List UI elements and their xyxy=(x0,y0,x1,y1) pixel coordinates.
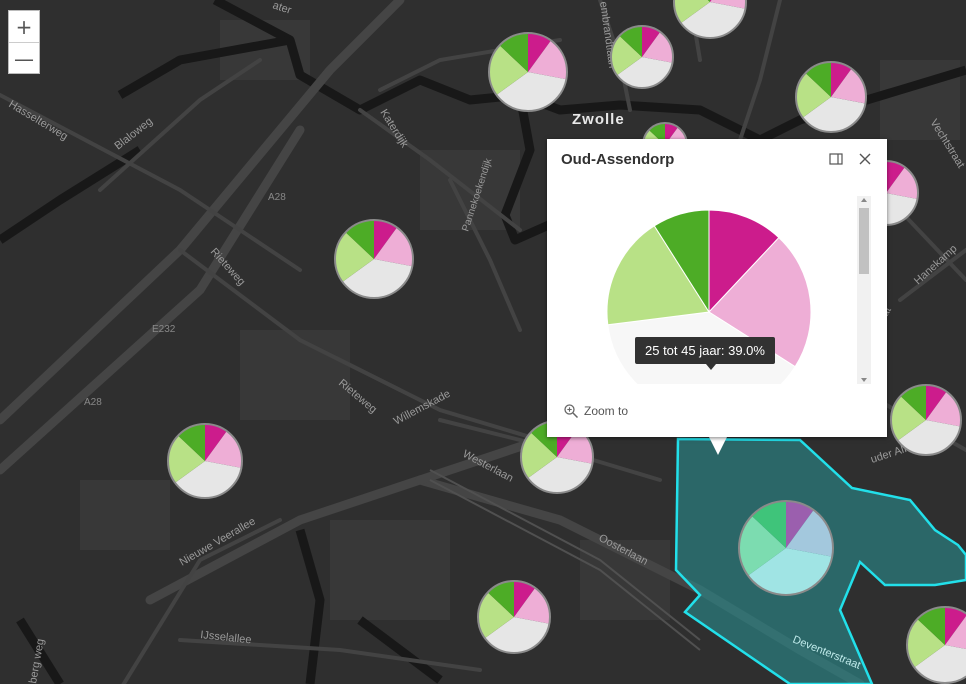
zoom-in-magnifier-icon xyxy=(564,404,579,419)
chart-tooltip-pointer xyxy=(706,364,716,370)
street-label: Hasselterweg xyxy=(6,98,69,143)
selected-pie-symbol[interactable] xyxy=(738,500,834,596)
zoom-to-label: Zoom to xyxy=(584,404,629,418)
zoom-out-button[interactable]: — xyxy=(9,42,39,74)
pie-symbol[interactable] xyxy=(334,219,414,299)
pie-symbol[interactable] xyxy=(477,580,551,654)
popup-title: Oud-Assendorp xyxy=(561,151,675,168)
pie-symbol[interactable] xyxy=(906,606,966,684)
zoom-in-button[interactable]: + xyxy=(9,11,39,42)
pie-symbol[interactable] xyxy=(488,32,568,112)
dock-icon[interactable] xyxy=(828,151,844,167)
pie-symbol[interactable] xyxy=(673,0,747,39)
popup-scrollbar[interactable] xyxy=(857,196,871,384)
city-label: Zwolle xyxy=(572,111,625,128)
pie-symbol[interactable] xyxy=(167,423,243,499)
pie-symbol[interactable] xyxy=(610,25,674,89)
popup: Oud-Assendorp 25 tot 45 jaar: 39.0% Zoom… xyxy=(547,139,887,437)
zoom-control: + — xyxy=(8,10,40,74)
street-label: ater xyxy=(271,0,293,17)
street-label: E232 xyxy=(152,324,176,335)
popup-content: 25 tot 45 jaar: 39.0% xyxy=(559,184,859,384)
scroll-thumb xyxy=(859,208,869,274)
street-label: Katerdijk xyxy=(377,107,410,150)
popup-pointer xyxy=(709,437,727,455)
chart-tooltip: 25 tot 45 jaar: 39.0% xyxy=(635,337,775,364)
close-icon[interactable] xyxy=(857,151,873,167)
zoom-to-action[interactable]: Zoom to xyxy=(563,403,628,419)
street-label: A28 xyxy=(268,192,286,203)
pie-symbol[interactable] xyxy=(795,61,867,133)
street-label: A28 xyxy=(84,397,102,408)
pie-symbol[interactable] xyxy=(890,384,962,456)
